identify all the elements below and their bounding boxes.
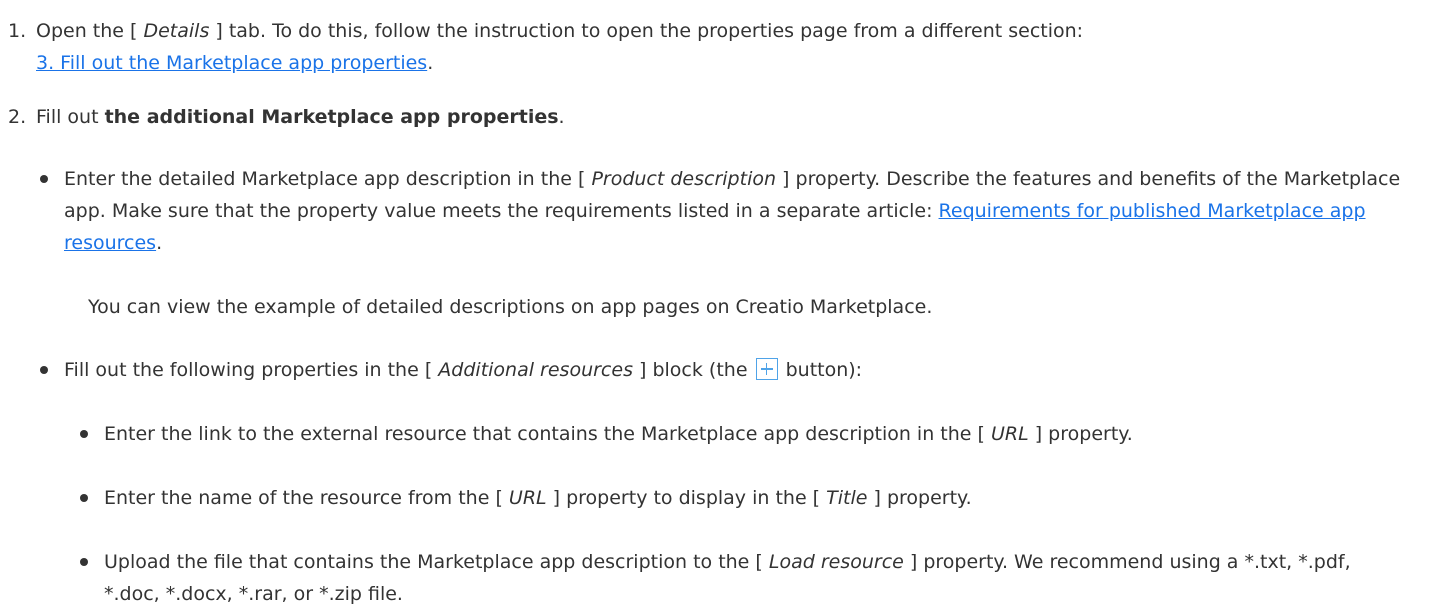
bullet-link-suffix: . — [156, 232, 163, 254]
bullet-pre: Enter the link to the external resource … — [104, 423, 991, 445]
example-note: You can view the example of detailed des… — [88, 296, 933, 318]
bullet-post: button): — [779, 359, 863, 381]
bullet-pre: Enter the name of the resource from the … — [104, 487, 509, 509]
step-2-pre: Fill out — [36, 106, 105, 128]
bullet-post: ] property. — [867, 487, 972, 509]
bullet-additional-resources: Fill out the following properties in the… — [40, 354, 1424, 386]
bullet-pre: Upload the file that contains the Market… — [104, 551, 769, 573]
bullet-text: Fill out the following properties in the… — [64, 354, 862, 386]
additional-resources-term: Additional resources — [438, 359, 633, 381]
bullet-text: Upload the file that contains the Market… — [104, 546, 1408, 610]
bullet-mid: ] block (the — [632, 359, 754, 381]
details-term: Details — [143, 20, 210, 42]
bullet-dot — [80, 494, 88, 502]
step-1-post: ] tab. To do this, follow the instructio… — [209, 20, 1084, 42]
step-number: 1. — [8, 20, 27, 42]
url-term: URL — [990, 423, 1029, 445]
sub-bullet-url: Enter the link to the external resource … — [80, 418, 1408, 450]
bullet-pre: Fill out the following properties in the… — [64, 359, 439, 381]
title-term: Title — [826, 487, 868, 509]
bullet-text: Enter the link to the external resource … — [104, 418, 1133, 450]
bullet-dot — [40, 366, 48, 374]
step-number: 2. — [8, 106, 27, 128]
bullet-product-description: Enter the detailed Marketplace app descr… — [40, 163, 1424, 259]
bullet-dot — [80, 558, 88, 566]
bullet-dot — [40, 175, 48, 183]
load-resource-term: Load resource — [768, 551, 904, 573]
step-2-text: Fill out the additional Marketplace app … — [36, 101, 1428, 133]
step-1-link-suffix: . — [427, 52, 434, 74]
plus-icon — [755, 358, 778, 380]
step-1: 1. Open the [ Details ] tab. To do this,… — [8, 15, 1428, 79]
bullet-text: Enter the detailed Marketplace app descr… — [64, 163, 1424, 259]
step-2: 2. Fill out the additional Marketplace a… — [8, 101, 1428, 133]
step-2-post: . — [558, 106, 565, 128]
instruction-page: 1. Open the [ Details ] tab. To do this,… — [0, 0, 1438, 613]
step-1-pre: Open the [ — [36, 20, 144, 42]
bullet-mid: ] property to display in the [ — [546, 487, 827, 509]
bullet-dot — [80, 430, 88, 438]
url-term: URL — [508, 487, 547, 509]
step-1-text: Open the [ Details ] tab. To do this, fo… — [36, 15, 1428, 79]
product-description-term: Product description — [591, 168, 777, 190]
bullet-pre: Enter the detailed Marketplace app descr… — [64, 168, 592, 190]
fill-out-properties-link[interactable]: 3. Fill out the Marketplace app properti… — [36, 52, 427, 74]
sub-bullet-title: Enter the name of the resource from the … — [80, 482, 1408, 514]
bullet-post: ] property. — [1028, 423, 1133, 445]
additional-properties-bold: the additional Marketplace app propertie… — [104, 106, 559, 128]
sub-bullet-load-resource: Upload the file that contains the Market… — [80, 546, 1408, 610]
bullet-text: Enter the name of the resource from the … — [104, 482, 972, 514]
